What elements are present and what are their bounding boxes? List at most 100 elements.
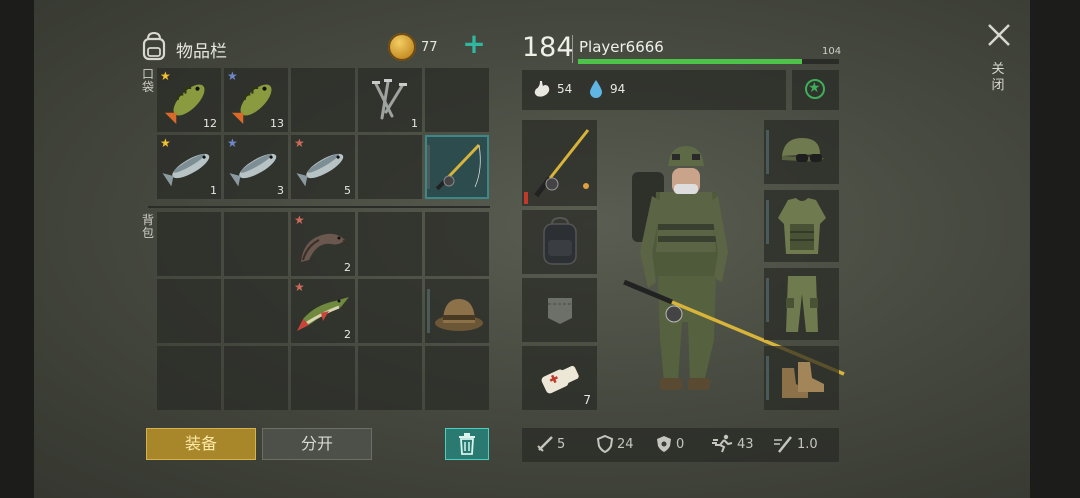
water-drop-icon <box>590 80 602 98</box>
backpack-slot-4[interactable] <box>358 212 422 276</box>
attack-speed-icon <box>774 436 792 453</box>
pocket-slot-1[interactable]: ★ 12 <box>157 68 221 132</box>
coin-count: 77 <box>421 40 438 55</box>
running-icon <box>712 434 733 453</box>
backpack-slot-15[interactable] <box>425 346 489 410</box>
thirst-value: 94 <box>610 82 626 96</box>
attack-value: 5 <box>557 437 566 452</box>
item-quantity: 12 <box>203 117 217 130</box>
durability-bar <box>766 356 769 400</box>
item-quantity: 7 <box>583 393 591 407</box>
defense-value: 24 <box>617 437 634 452</box>
pocket-slot-4[interactable]: 1 <box>358 68 422 132</box>
trash-button[interactable] <box>445 428 489 460</box>
pocket-slot-6[interactable]: ★ 1 <box>157 135 221 199</box>
backpack-slot-2[interactable] <box>224 212 288 276</box>
item-quantity: 13 <box>270 117 284 130</box>
close-label[interactable]: 关闭 <box>990 62 1006 94</box>
pocket-icon <box>548 298 572 324</box>
star-icon: ★ <box>808 80 821 96</box>
xp-bar-fill <box>578 59 803 64</box>
durability-bar <box>766 278 769 322</box>
item-quantity: 1 <box>210 184 217 197</box>
backpack-slot-7[interactable] <box>224 279 288 343</box>
backpack-slot-9[interactable] <box>358 279 422 343</box>
stomach-icon <box>534 81 550 97</box>
pocket-slot-7[interactable]: ★ 3 <box>224 135 288 199</box>
armor-vest-icon <box>778 198 826 254</box>
bucket-hat-icon <box>435 299 483 331</box>
legs-slot[interactable] <box>764 268 839 340</box>
sword-icon <box>537 436 553 452</box>
item-quantity: 2 <box>344 328 351 341</box>
camo-pants-icon <box>786 276 818 332</box>
durability-bar <box>766 200 769 244</box>
medical-slot[interactable]: 7 <box>522 346 597 410</box>
favorite-button[interactable]: ★ <box>792 70 839 110</box>
add-coins-button[interactable]: + <box>462 30 486 58</box>
screen-edge-right <box>1030 0 1080 498</box>
pike-icon <box>297 297 349 331</box>
speed-value: 43 <box>737 437 754 452</box>
coin-icon <box>388 33 416 61</box>
catfish-icon <box>301 233 350 262</box>
pocket-slot-3[interactable] <box>291 68 355 132</box>
close-icon[interactable] <box>986 22 1012 48</box>
level-separator <box>572 35 573 63</box>
player-name: Player6666 <box>579 38 664 56</box>
military-cap-icon <box>782 138 824 162</box>
item-quantity: 3 <box>277 184 284 197</box>
equip-button[interactable]: 装备 <box>146 428 256 460</box>
backpack-slot-1[interactable] <box>157 212 221 276</box>
screen-edge-left <box>0 0 34 498</box>
item-quantity: 5 <box>344 184 351 197</box>
xp-value: 104 <box>822 46 842 57</box>
pocket-slot-5[interactable] <box>425 68 489 132</box>
durability-bar <box>524 192 528 204</box>
backpack-slot[interactable] <box>522 210 597 274</box>
backpack-icon <box>142 31 166 61</box>
feet-slot[interactable] <box>764 346 839 410</box>
trash-icon <box>459 433 475 455</box>
backpack-slot-12[interactable] <box>224 346 288 410</box>
hunger-value: 54 <box>557 82 573 96</box>
toxic-shield-icon <box>657 436 671 452</box>
backpack-slot-11[interactable] <box>157 346 221 410</box>
attack-speed-value: 1.0 <box>797 437 818 452</box>
durability-bar <box>766 130 769 174</box>
shield-icon <box>596 434 614 454</box>
item-quantity: 2 <box>344 261 351 274</box>
backpack-label: 背包 <box>141 213 154 240</box>
body-slot[interactable] <box>764 190 839 262</box>
pockets-label: 口袋 <box>141 67 154 94</box>
backpack-slot-13[interactable] <box>291 346 355 410</box>
toxic-defense-value: 0 <box>676 437 685 452</box>
item-quantity: 1 <box>411 117 418 130</box>
backpack-slot-6[interactable] <box>157 279 221 343</box>
player-level: 184 <box>522 32 574 63</box>
pocket-slot-10[interactable] <box>425 135 489 199</box>
backpack-slot-10[interactable] <box>425 279 489 343</box>
weapon-slot[interactable] <box>522 120 597 206</box>
trout-icon <box>296 153 344 187</box>
backpack-slot-8[interactable]: ★ 2 <box>291 279 355 343</box>
trout-icon <box>229 153 277 187</box>
pocket-slot-2[interactable]: ★ 13 <box>224 68 288 132</box>
xp-bar <box>578 59 839 64</box>
bandage-icon <box>541 365 579 394</box>
pocket-slot-9[interactable] <box>358 135 422 199</box>
boots-icon <box>782 362 824 398</box>
fishing-rod-icon <box>534 129 590 198</box>
pocket-slot-8[interactable]: ★ 5 <box>291 135 355 199</box>
section-divider <box>148 206 490 208</box>
backpack-slot-3[interactable]: ★ 2 <box>291 212 355 276</box>
head-slot[interactable] <box>764 120 839 184</box>
backpack-slot-14[interactable] <box>358 346 422 410</box>
backpack-slot-5[interactable] <box>425 212 489 276</box>
fishing-rod-icon <box>435 143 481 191</box>
trout-icon <box>162 153 210 187</box>
split-button[interactable]: 分开 <box>262 428 372 460</box>
nails-icon <box>372 79 407 120</box>
pocket-slot[interactable] <box>522 278 597 342</box>
inventory-title: 物品栏 <box>176 42 227 62</box>
